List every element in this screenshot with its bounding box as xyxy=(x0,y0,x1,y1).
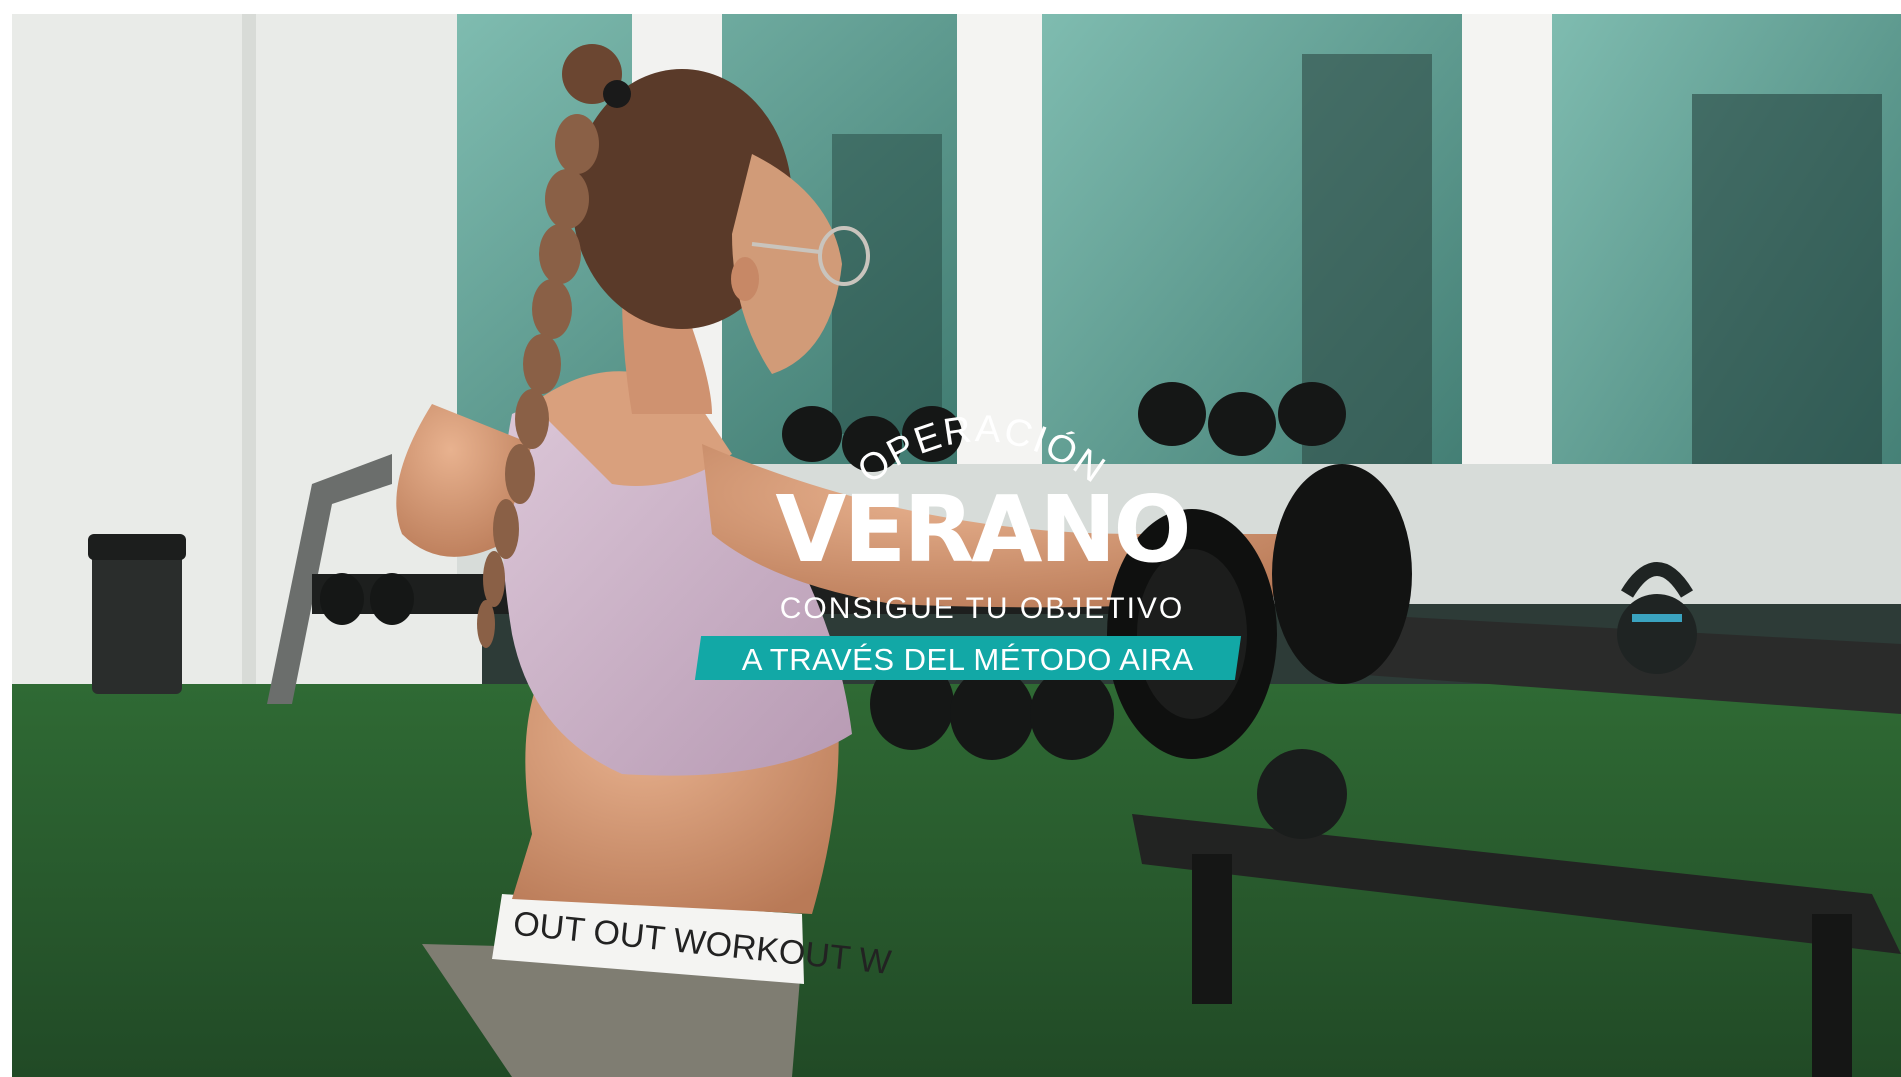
method-ribbon: A TRAVÉS DEL MÉTODO AIRA xyxy=(694,636,1242,680)
subtitle: CONSIGUE TU OBJETIVO xyxy=(779,592,1185,625)
ribbon-text: A TRAVÉS DEL MÉTODO AIRA xyxy=(741,642,1194,677)
main-title: VERANO xyxy=(775,476,1191,583)
campaign-headline: OPERACIÓN VERANO CONSIGUE TU OBJETIVO A … xyxy=(694,394,1262,694)
hero-banner: OUT OUT WORKOUT W OPERACIÓN VERANO CONSI… xyxy=(12,14,1901,1077)
